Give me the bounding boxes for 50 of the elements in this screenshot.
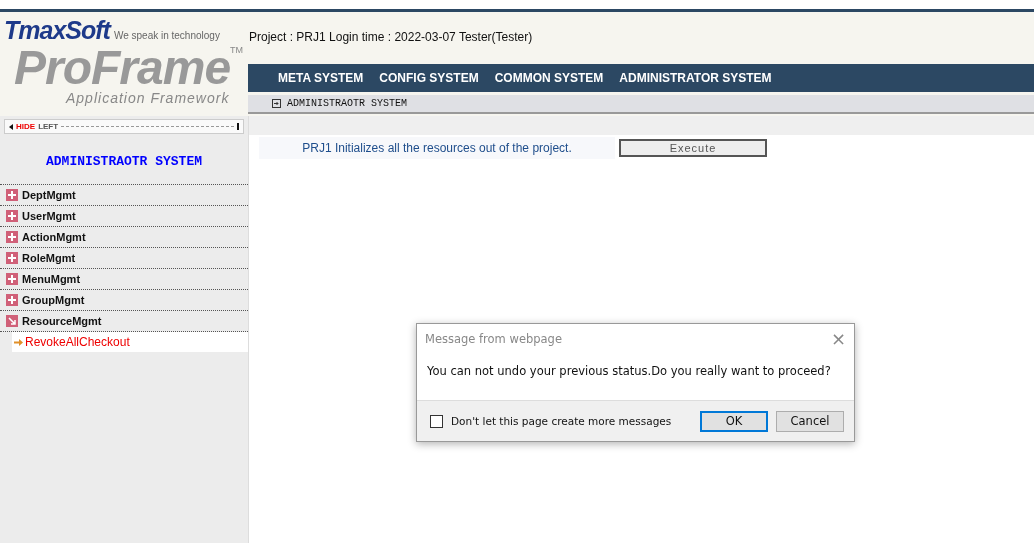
plus-icon[interactable]: [6, 252, 18, 264]
nav-tab[interactable]: CONFIG SYSTEM: [379, 71, 479, 85]
tree-child-item[interactable]: RevokeAllCheckout: [12, 332, 248, 352]
handle-icon: [237, 123, 239, 130]
hide-label: HIDE: [16, 122, 36, 131]
session-info: Project : PRJ1 Login time : 2022-03-07 Tester(Tester): [248, 29, 534, 46]
dialog-button[interactable]: Cancel: [776, 410, 844, 432]
collapse-icon[interactable]: [6, 315, 18, 327]
triangle-icon: [9, 123, 13, 130]
tree-label: RoleMgmt: [22, 252, 76, 264]
tree-child-label: RevokeAllCheckout: [25, 335, 130, 349]
tree-item[interactable]: MenuMgmt: [0, 269, 248, 290]
brand-logo: TmaxSoft: [4, 16, 110, 45]
dialog-button[interactable]: OK: [700, 410, 768, 432]
tree-item[interactable]: UserMgmt: [0, 206, 248, 227]
checkbox-label: Don't let this page create more messages: [451, 415, 673, 427]
tree-label: ResourceMgmt: [22, 315, 102, 327]
plus-icon[interactable]: [6, 294, 18, 306]
close-button[interactable]: ×: [830, 332, 846, 346]
sidebar-title: ADMINISTRAOTR SYSTEM: [0, 138, 248, 185]
tree-item[interactable]: DeptMgmt: [0, 185, 248, 206]
nav-tab[interactable]: ADMINISTRATOR SYSTEM: [619, 71, 772, 85]
execute-button[interactable]: Execute: [619, 139, 767, 157]
arrow-box-icon: [272, 99, 281, 108]
arrow-icon: [14, 338, 23, 346]
tree-label: GroupMgmt: [22, 294, 85, 306]
nav-tab[interactable]: META SYSTEM: [278, 71, 364, 85]
breadcrumb: ADMINISTRAOTR SYSTEM: [287, 98, 408, 109]
tree-item[interactable]: ActionMgmt: [0, 227, 248, 248]
nav-tab[interactable]: COMMON SYSTEM: [494, 71, 604, 85]
checkbox[interactable]: [430, 414, 443, 428]
tree-label: UserMgmt: [22, 210, 76, 222]
dialog-title: Message from webpage: [425, 332, 562, 346]
product-logo: ProFrame: [14, 45, 231, 91]
plus-icon[interactable]: [6, 273, 18, 285]
dialog-message: You can not undo your previous status.Do you really want to proceed?: [426, 363, 832, 380]
plus-icon[interactable]: [6, 231, 18, 243]
left-label: LEFT: [38, 122, 59, 131]
tree-label: ActionMgmt: [22, 231, 86, 243]
tree-item[interactable]: RoleMgmt: [0, 248, 248, 269]
plus-icon[interactable]: [6, 189, 18, 201]
tagline: We speak in technology: [113, 30, 220, 41]
hide-left-toggle[interactable]: HIDE LEFT: [4, 119, 244, 134]
tree-label: MenuMgmt: [22, 273, 81, 285]
tree-label: DeptMgmt: [22, 189, 76, 201]
product-subtitle: Application Framework: [66, 91, 231, 105]
plus-icon[interactable]: [6, 210, 18, 222]
tree-item[interactable]: GroupMgmt: [0, 290, 248, 311]
description-text: PRJ1 Initializes all the resources out of the project.: [259, 137, 615, 159]
trademark: TM: [230, 45, 244, 55]
